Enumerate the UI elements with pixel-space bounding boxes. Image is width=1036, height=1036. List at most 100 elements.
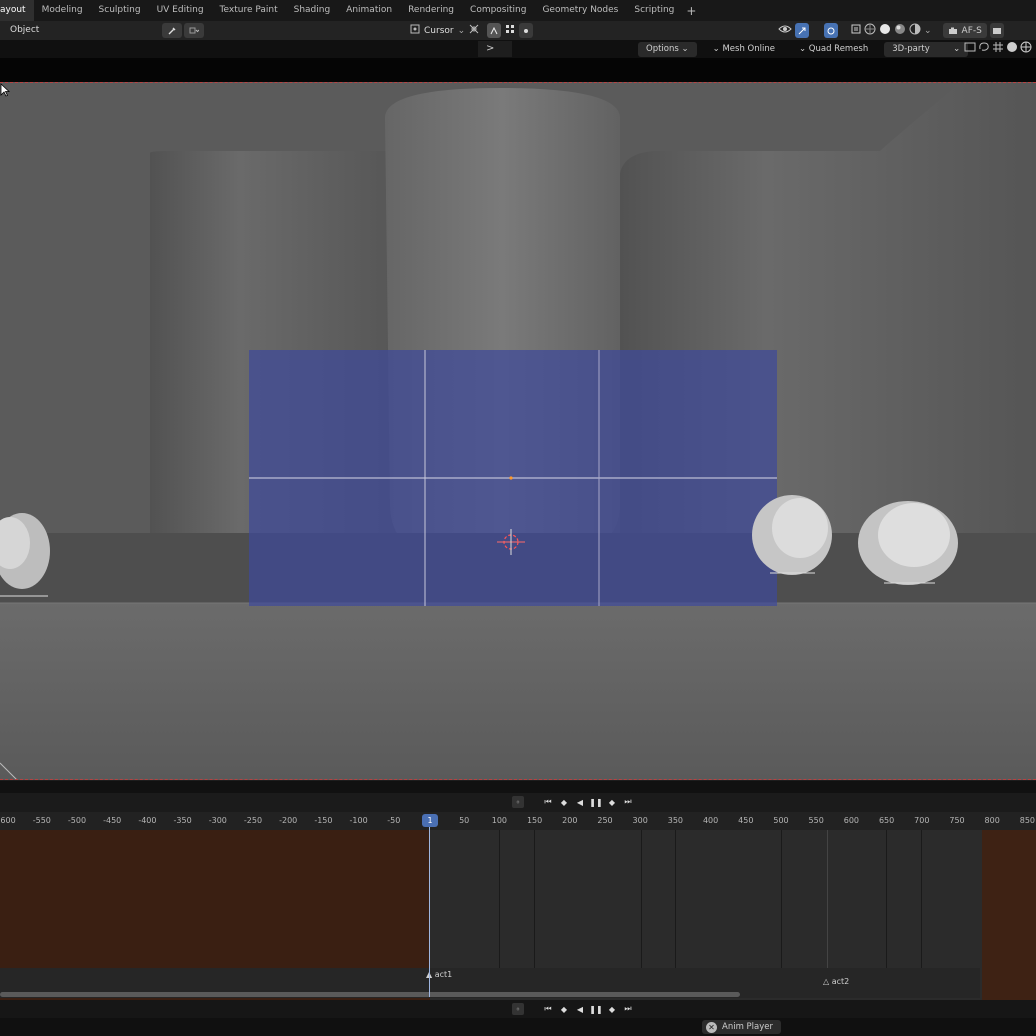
action-strip-right[interactable] xyxy=(982,830,1036,1000)
grid-icon[interactable] xyxy=(992,41,1004,56)
xray-toggle-icon[interactable] xyxy=(851,24,861,37)
snap-target-icon[interactable] xyxy=(505,24,515,37)
ruler-tick: 250 xyxy=(597,816,613,825)
chevron-down-icon[interactable]: ⌄ xyxy=(458,26,466,36)
ruler-tick: 600 xyxy=(843,816,860,825)
preview-icon[interactable] xyxy=(989,23,1004,38)
cloud-right xyxy=(858,501,958,585)
overlay-toggle-icon[interactable] xyxy=(824,23,838,38)
selection-mode-dropdown[interactable] xyxy=(184,23,204,38)
orientation-icon[interactable] xyxy=(469,24,483,37)
pause-icon[interactable]: ❚❚ xyxy=(589,1003,602,1015)
box-select-icon[interactable] xyxy=(964,41,976,56)
tab-sculpting[interactable]: Sculpting xyxy=(91,0,149,21)
third-party-dropdown[interactable]: 3D-party ⌄ xyxy=(884,41,969,57)
object-origin xyxy=(509,476,513,480)
ruler-tick: -200 xyxy=(279,816,298,825)
wireframe-shading-icon[interactable] xyxy=(864,23,876,38)
tab-animation[interactable]: Animation xyxy=(338,0,400,21)
tab-rendering[interactable]: Rendering xyxy=(400,0,462,21)
current-frame-indicator[interactable]: 1 xyxy=(422,814,438,827)
timeline-separator xyxy=(0,781,1036,793)
options-dropdown[interactable]: Options ⌄ xyxy=(638,41,697,57)
quad-remesh-dropdown[interactable]: ⌄ Quad Remesh xyxy=(791,42,876,57)
tool-settings-header: > Options ⌄ ⌄ Mesh Online ⌄ Quad Remesh … xyxy=(0,40,1036,58)
tab-texture-paint[interactable]: Texture Paint xyxy=(212,0,286,21)
jump-end-icon[interactable]: ⏭ xyxy=(622,1003,634,1015)
playback-controls-bar: ◦ ⏮ ◆ ◀ ❚❚ ◆ ⏭ xyxy=(0,793,1036,812)
prev-keyframe-icon[interactable]: ◆ xyxy=(558,1003,570,1015)
strip-divider xyxy=(675,830,676,968)
solid-shading-icon[interactable] xyxy=(879,23,891,38)
tab-scripting[interactable]: Scripting xyxy=(626,0,682,21)
strip-divider xyxy=(499,830,500,968)
next-keyframe-icon[interactable]: ◆ xyxy=(606,796,618,808)
ruler-tick: -450 xyxy=(103,816,122,825)
marker-line xyxy=(827,830,828,968)
sphere-icon[interactable] xyxy=(1006,41,1018,56)
viewport-scene xyxy=(0,83,1036,779)
render-engine-label: AF-S xyxy=(961,25,982,36)
shading-options-icon[interactable]: ⌄ xyxy=(924,26,932,36)
anim-player-button[interactable]: ✕ Anim Player xyxy=(702,1020,781,1034)
frame-ruler[interactable]: 850 800 750 700 650 600 550 500 450 400 350 300 250 2… xyxy=(0,812,1036,830)
proportional-edit-icon[interactable] xyxy=(519,23,534,38)
jump-start-icon[interactable]: ⏮ xyxy=(542,796,554,808)
marker-act2[interactable]: △ act2 xyxy=(823,977,849,986)
expand-toolbar-button[interactable]: > xyxy=(478,41,512,57)
pause-icon[interactable]: ❚❚ xyxy=(589,796,602,808)
ruler-tick: -600 xyxy=(0,816,16,825)
snap-toggle-icon[interactable] xyxy=(487,23,502,38)
tab-layout[interactable]: ayout xyxy=(0,0,34,21)
visibility-icon[interactable] xyxy=(778,23,792,38)
playback-controls-bottom: ◦ ⏮ ◆ ◀ ❚❚ ◆ ⏭ xyxy=(512,1003,634,1015)
tab-modeling[interactable]: Modeling xyxy=(34,0,91,21)
add-workspace-button[interactable]: + xyxy=(682,4,700,18)
tab-geometry-nodes[interactable]: Geometry Nodes xyxy=(534,0,626,21)
gizmo-toggle-icon[interactable] xyxy=(795,23,809,38)
nla-tracks[interactable]: ▲ act1 △ act2 xyxy=(0,830,1036,1000)
tab-uv-editing[interactable]: UV Editing xyxy=(149,0,212,21)
mesh-icon[interactable] xyxy=(1020,41,1032,56)
transform-pivot-group: Cursor ⌄ xyxy=(410,23,534,38)
jump-start-icon[interactable]: ⏮ xyxy=(542,1003,554,1015)
tab-shading[interactable]: Shading xyxy=(286,0,339,21)
next-keyframe-icon[interactable]: ◆ xyxy=(606,1003,618,1015)
prev-keyframe-icon[interactable]: ◆ xyxy=(558,796,570,808)
eyedropper-group xyxy=(162,23,208,38)
mouse-pointer-icon xyxy=(0,83,10,97)
ruler-tick: -550 xyxy=(32,816,51,825)
ruler-tick: 650 xyxy=(878,816,895,825)
close-icon[interactable]: ✕ xyxy=(706,1021,717,1033)
timeline-scrollbar[interactable] xyxy=(0,992,740,997)
status-bar: ✕ Anim Player xyxy=(0,1018,1036,1036)
ruler-tick: 750 xyxy=(949,816,965,825)
mode-selector[interactable]: Object xyxy=(4,23,45,38)
lasso-icon[interactable] xyxy=(978,41,990,56)
3d-viewport[interactable] xyxy=(0,82,1036,780)
mesh-online-dropdown[interactable]: ⌄ Mesh Online xyxy=(705,42,783,57)
play-reverse-icon[interactable]: ◀ xyxy=(574,796,586,808)
play-reverse-icon[interactable]: ◀ xyxy=(574,1003,586,1015)
strip-divider xyxy=(921,830,922,968)
ruler-tick: -250 xyxy=(243,816,263,825)
addon-options-group: Options ⌄ ⌄ Mesh Online ⌄ Quad Remesh 3D… xyxy=(638,41,969,57)
pivot-icon[interactable] xyxy=(410,24,420,37)
auto-key-icon[interactable]: ◦ xyxy=(512,796,524,808)
ruler-tick: -100 xyxy=(349,816,368,825)
ruler-tick: 850 xyxy=(1019,816,1036,825)
ruler-tick: 350 xyxy=(667,816,684,825)
jump-end-icon[interactable]: ⏭ xyxy=(622,796,634,808)
viewport-header: Object Cursor ⌄ ⌄ AF-S xyxy=(0,21,1036,40)
playback-controls: ◦ ⏮ ◆ ◀ ❚❚ ◆ ⏭ xyxy=(512,796,634,808)
pivot-label[interactable]: Cursor xyxy=(424,26,454,36)
render-engine-button[interactable]: AF-S xyxy=(942,23,987,38)
eyedropper-icon[interactable] xyxy=(162,23,182,38)
auto-key-icon[interactable]: ◦ xyxy=(512,1003,524,1015)
camera-icon xyxy=(948,27,957,34)
material-shading-icon[interactable] xyxy=(894,23,906,38)
ruler-tick: 300 xyxy=(632,816,648,825)
rendered-shading-icon[interactable] xyxy=(909,23,921,38)
tab-compositing[interactable]: Compositing xyxy=(462,0,534,21)
ruler-tick: -50 xyxy=(387,816,401,825)
